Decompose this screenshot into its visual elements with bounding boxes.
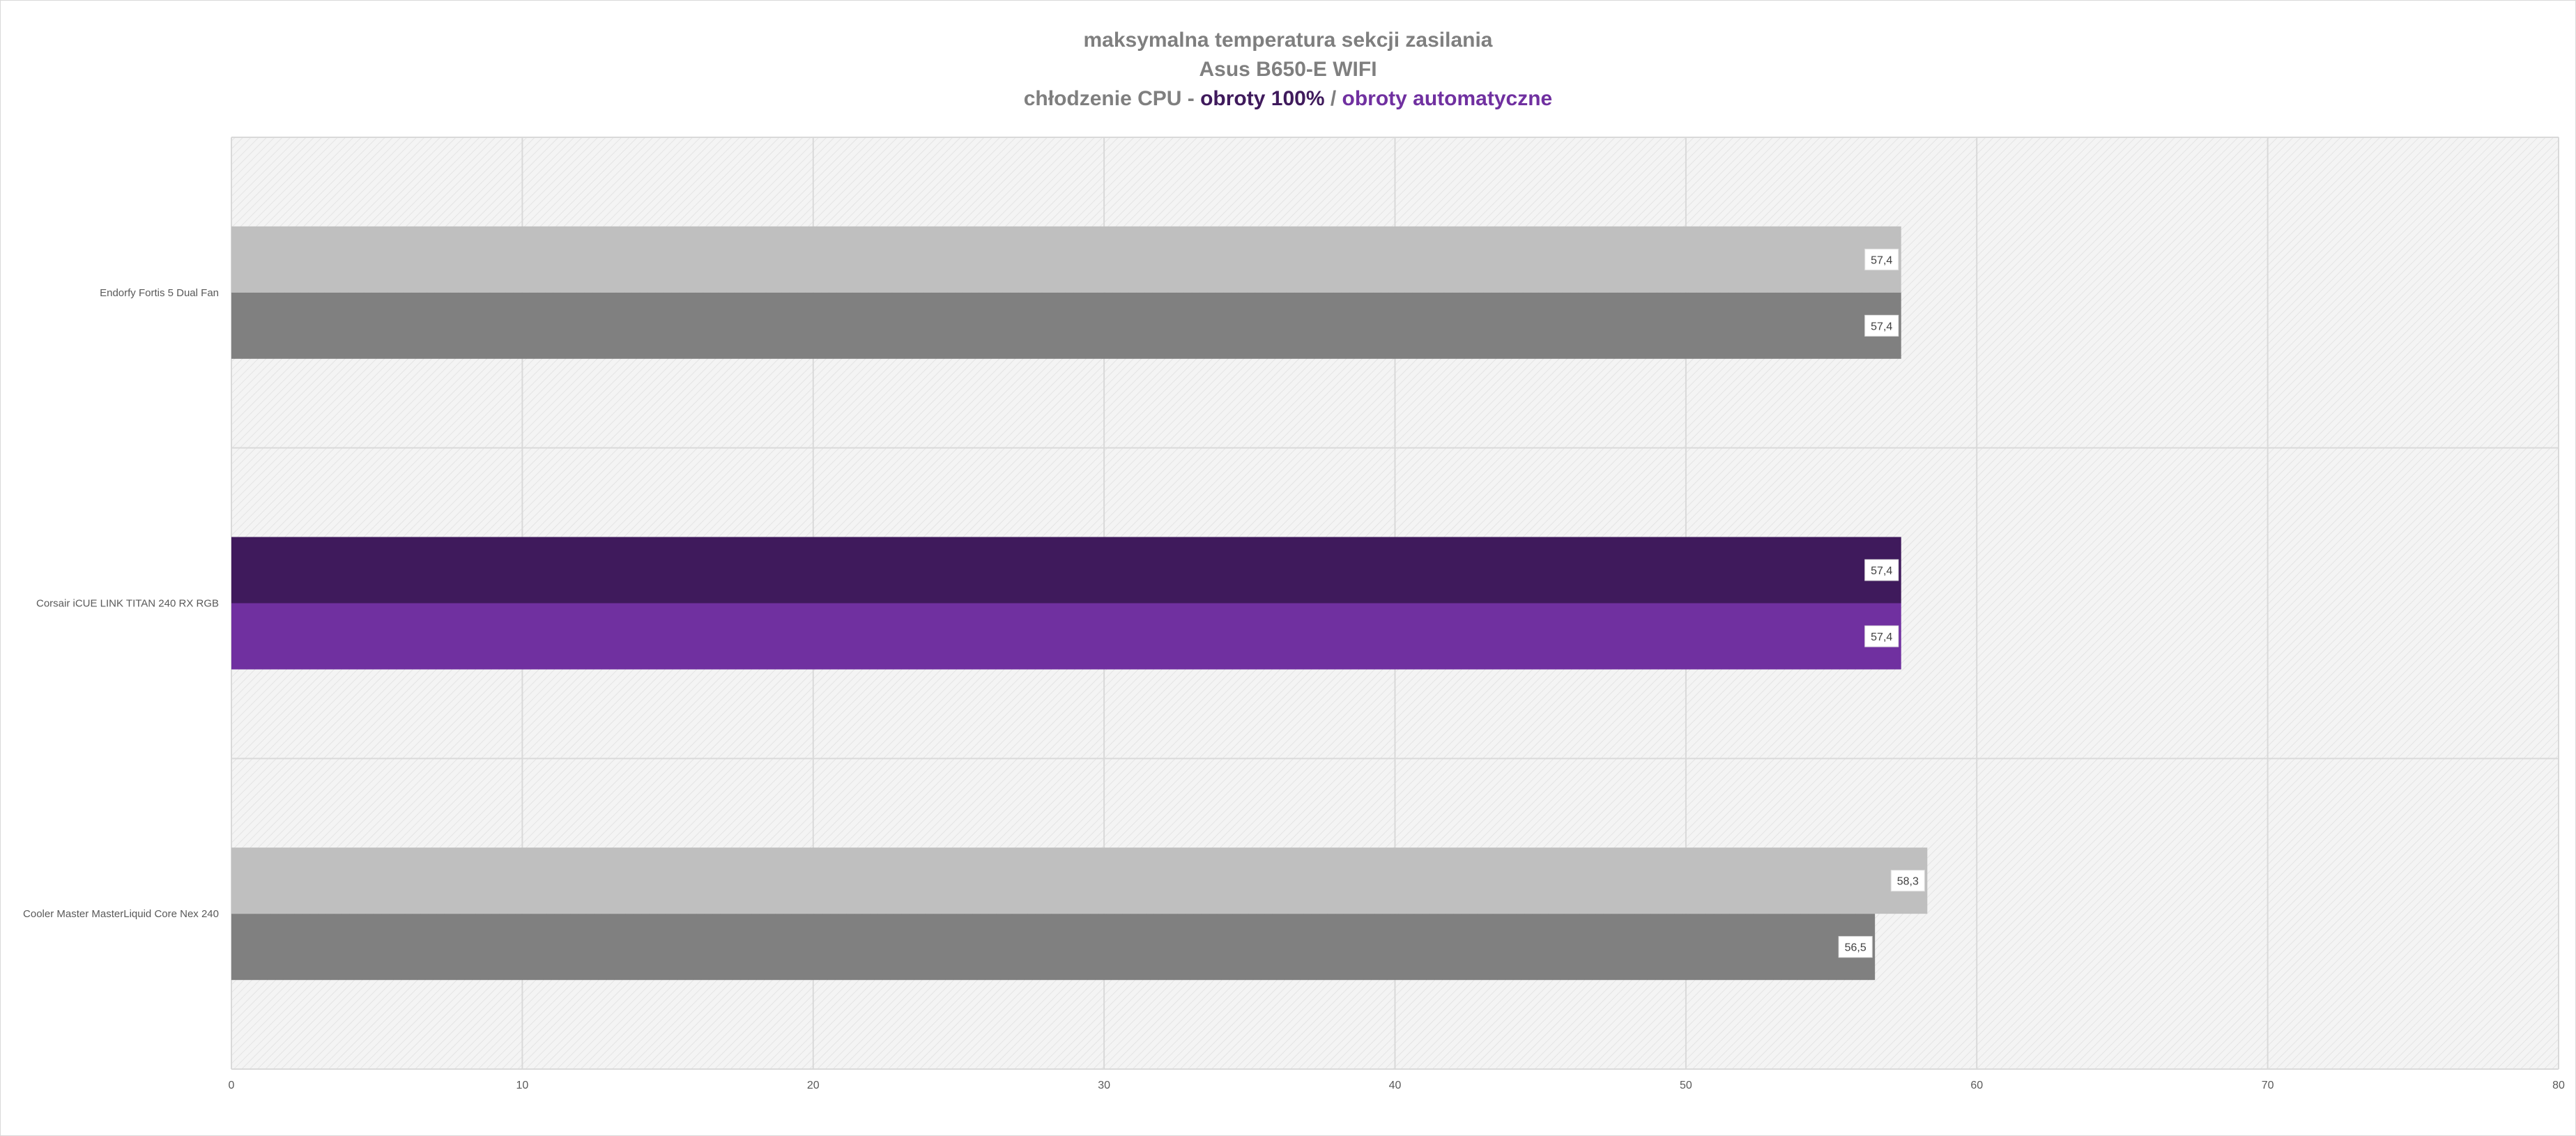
data-label: 57,4 bbox=[1871, 565, 1892, 577]
bar bbox=[231, 914, 1876, 981]
category-axis: Endorfy Fortis 5 Dual Fan Corsair iCUE LI… bbox=[23, 287, 219, 920]
x-tick-label: 50 bbox=[1680, 1080, 1692, 1091]
x-tick-label: 10 bbox=[516, 1080, 528, 1091]
x-tick-label: 0 bbox=[229, 1080, 235, 1091]
data-label: 56,5 bbox=[1845, 942, 1866, 954]
category-label: Endorfy Fortis 5 Dual Fan bbox=[100, 287, 219, 299]
bars bbox=[231, 226, 1928, 981]
bar bbox=[231, 537, 1901, 604]
x-tick-label: 60 bbox=[1970, 1080, 1983, 1091]
bar bbox=[231, 292, 1901, 359]
bar-chart: 57,4 57,4 57,4 57,4 58,3 56,5 Endorfy Fortis … bbox=[23, 137, 2565, 1091]
data-label: 58,3 bbox=[1897, 876, 1919, 888]
bar bbox=[231, 603, 1901, 670]
category-label: Cooler Master MasterLiquid Core Nex 240 bbox=[23, 908, 219, 920]
data-label: 57,4 bbox=[1871, 321, 1892, 332]
x-tick-label: 70 bbox=[2262, 1080, 2274, 1091]
data-label: 57,4 bbox=[1871, 631, 1892, 643]
x-tick-label: 30 bbox=[1098, 1080, 1110, 1091]
category-label: Corsair iCUE LINK TITAN 240 RX RGB bbox=[36, 598, 219, 610]
data-label: 57,4 bbox=[1871, 254, 1892, 266]
value-axis: 0 10 20 30 40 50 60 70 80 bbox=[229, 1080, 2565, 1091]
x-tick-label: 20 bbox=[807, 1080, 820, 1091]
x-tick-label: 80 bbox=[2552, 1080, 2565, 1091]
bar bbox=[231, 847, 1928, 914]
bar bbox=[231, 226, 1901, 293]
chart-container: maksymalna temperatura sekcji zasilania … bbox=[0, 0, 2576, 1136]
x-tick-label: 40 bbox=[1389, 1080, 1402, 1091]
